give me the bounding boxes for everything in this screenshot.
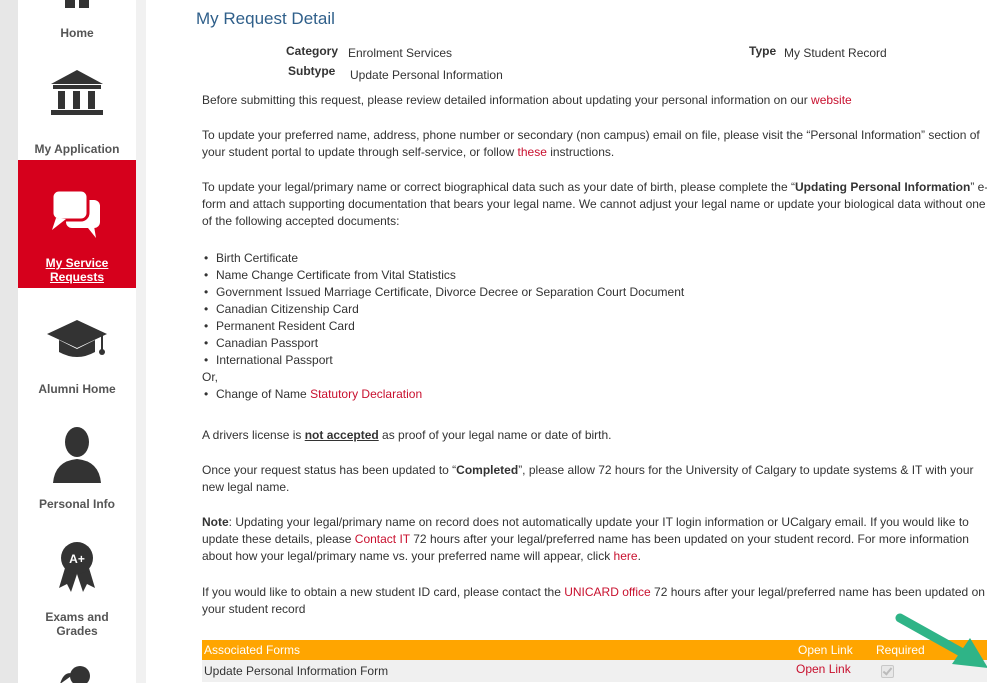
sidebar-item-label: Personal Info bbox=[38, 497, 115, 511]
list-item: Change of Name Statutory Declaration bbox=[202, 386, 684, 403]
note-paragraph: Note: Updating your legal/primary name o… bbox=[202, 515, 969, 563]
sidebar-divider bbox=[136, 0, 146, 683]
column-header-forms: Associated Forms bbox=[204, 643, 301, 657]
list-item: International Passport bbox=[202, 352, 684, 369]
statutory-declaration-link[interactable]: Statutory Declaration bbox=[310, 387, 422, 401]
completed-status-paragraph: Once your request status has been update… bbox=[202, 463, 974, 494]
sidebar-item-home[interactable]: Home bbox=[18, 0, 136, 48]
award-ribbon-icon: A+ bbox=[59, 542, 95, 592]
list-item: Birth Certificate bbox=[202, 250, 684, 267]
table-row: Update Personal Information Form Open Li… bbox=[202, 660, 987, 682]
here-link[interactable]: here bbox=[614, 549, 638, 563]
form-name: Update Personal Information Form bbox=[204, 664, 389, 678]
or-text: Or, bbox=[202, 370, 219, 384]
subtype-value: Update Personal Information bbox=[350, 68, 503, 82]
sidebar-item-label: Home bbox=[60, 26, 94, 40]
sidebar-item-more[interactable] bbox=[18, 662, 136, 683]
institution-icon bbox=[51, 70, 103, 115]
list-item: Canadian Citizenship Card bbox=[202, 301, 684, 318]
contact-it-link[interactable]: Contact IT bbox=[355, 532, 410, 546]
column-header-open-link: Open Link bbox=[798, 643, 853, 657]
annotation-arrow-icon bbox=[895, 613, 987, 668]
category-value: Enrolment Services bbox=[348, 46, 453, 60]
sidebar-item-my-service-requests[interactable]: My Service Requests bbox=[18, 160, 136, 288]
person-icon bbox=[53, 427, 101, 483]
unicard-paragraph: If you would like to obtain a new studen… bbox=[202, 585, 985, 616]
associated-forms-table: Associated Forms Open Link Required Upda… bbox=[202, 640, 987, 682]
sidebar-item-alumni-home[interactable]: Alumni Home bbox=[18, 318, 136, 398]
sidebar-item-label: My Application bbox=[34, 142, 120, 156]
drivers-license-paragraph: A drivers license is not accepted as pro… bbox=[202, 428, 612, 442]
sidebar-item-label: Alumni Home bbox=[38, 382, 116, 396]
page-title: My Request Detail bbox=[196, 9, 335, 28]
list-item: Government Issued Marriage Certificate, … bbox=[202, 284, 684, 301]
sidebar-item-label: Exams and Grades bbox=[45, 610, 109, 638]
type-label: Type bbox=[749, 44, 777, 58]
sidebar-item-personal-info[interactable]: Personal Info bbox=[18, 425, 136, 515]
table-header: Associated Forms Open Link Required bbox=[202, 640, 987, 660]
accepted-documents-list: Birth Certificate Name Change Certificat… bbox=[202, 250, 684, 403]
preferred-name-paragraph: To update your preferred name, address, … bbox=[202, 128, 980, 159]
sidebar-item-my-application[interactable]: My Application bbox=[18, 68, 136, 158]
people-icon bbox=[60, 666, 90, 683]
sidebar-item-label: My Service Requests bbox=[45, 256, 109, 284]
type-value: My Student Record bbox=[784, 46, 887, 60]
request-detail-panel: My Request Detail Category Enrolment Ser… bbox=[196, 0, 987, 683]
list-item: Canadian Passport bbox=[202, 335, 684, 352]
unicard-office-link[interactable]: UNICARD office bbox=[564, 585, 650, 599]
these-instructions-link[interactable]: these bbox=[518, 145, 547, 159]
list-item: Permanent Resident Card bbox=[202, 318, 684, 335]
sidebar-nav: Home My Application My Service Requests bbox=[0, 0, 146, 683]
chat-bubbles-icon bbox=[50, 188, 100, 238]
list-item: Name Change Certificate from Vital Stati… bbox=[202, 267, 684, 284]
home-icon bbox=[65, 0, 89, 8]
sidebar-item-exams-and-grades[interactable]: A+ Exams and Grades bbox=[18, 540, 136, 640]
legal-name-paragraph: To update your legal/primary name or cor… bbox=[202, 180, 987, 228]
intro-paragraph: Before submitting this request, please r… bbox=[202, 93, 852, 107]
open-link[interactable]: Open Link bbox=[796, 660, 851, 678]
svg-text:A+: A+ bbox=[69, 552, 85, 566]
category-label: Category bbox=[286, 44, 339, 58]
sidebar-strip bbox=[0, 0, 18, 683]
website-link[interactable]: website bbox=[811, 93, 852, 107]
subtype-label: Subtype bbox=[288, 64, 336, 78]
graduation-cap-icon bbox=[47, 320, 107, 357]
